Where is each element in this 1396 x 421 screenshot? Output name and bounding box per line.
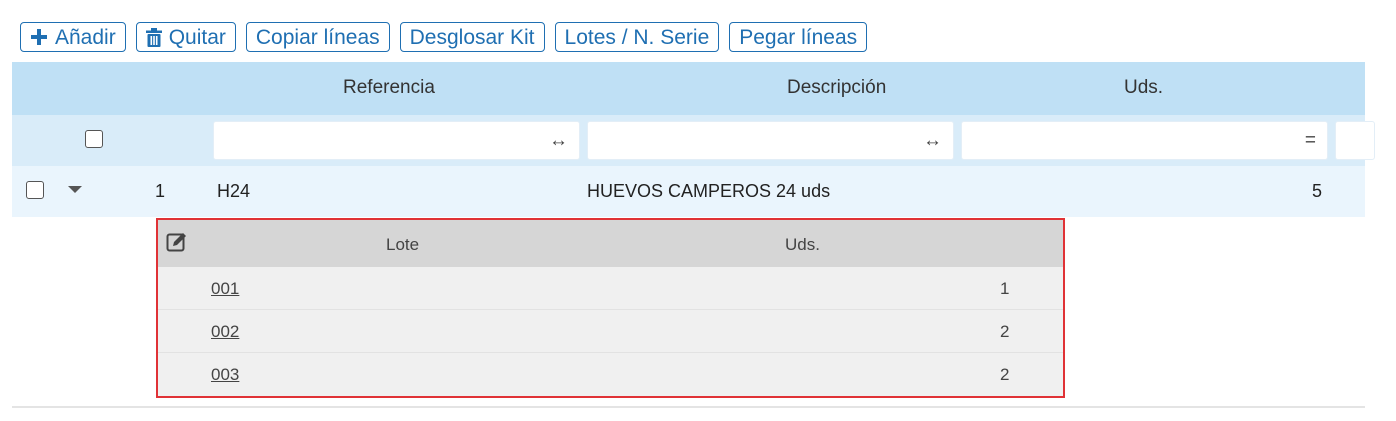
equals-operator-icon[interactable]: = [1305,130,1316,152]
copy-lines-button[interactable]: Copiar líneas [245,22,390,52]
paste-lines-button[interactable]: Pegar líneas [729,22,868,52]
lot-link[interactable]: 002 [211,322,239,342]
row-description: HUEVOS CAMPEROS 24 uds [587,181,831,201]
explode-kit-label: Desglosar Kit [409,25,535,49]
column-header-units[interactable]: Uds. [1124,77,1163,99]
copy-lines-label: Copiar líneas [255,25,380,49]
remove-button-label: Quitar [168,25,226,49]
column-header-description[interactable]: Descripción [787,77,886,99]
lot-link[interactable]: 003 [211,365,239,385]
lots-column-units[interactable]: Uds. [785,235,820,255]
lot-row[interactable]: 001 1 [158,267,1063,310]
lot-units: 2 [1000,322,1010,341]
lines-grid: Referencia Descripción Uds. ↔ ↔ = 1 H24 … [12,62,1375,217]
add-button[interactable]: Añadir [20,22,126,52]
edit-icon[interactable] [166,231,188,258]
lot-row[interactable]: 002 2 [158,310,1063,353]
trash-icon [145,27,162,47]
lot-units: 2 [1000,365,1010,384]
remove-button[interactable]: Quitar [135,22,236,52]
plus-icon [30,28,48,46]
expand-caret-icon[interactable] [68,186,82,193]
grid-header: Referencia Descripción Uds. [12,62,1365,115]
paste-lines-label: Pegar líneas [739,25,858,49]
grid-bottom-divider [12,406,1365,408]
lot-row[interactable]: 003 2 [158,353,1063,396]
row-number: 1 [155,181,166,201]
lots-serial-button[interactable]: Lotes / N. Serie [554,22,720,52]
filter-row: ↔ ↔ = [12,115,1375,166]
reference-filter-input[interactable]: ↔ [213,121,580,160]
add-button-label: Añadir [55,25,116,49]
select-all-checkbox[interactable] [85,130,103,148]
explode-kit-button[interactable]: Desglosar Kit [399,22,545,52]
range-operator-icon[interactable]: ↔ [549,130,568,152]
units-filter-input[interactable]: = [961,121,1328,160]
table-row[interactable]: 1 H24 HUEVOS CAMPEROS 24 uds 5 [12,166,1365,217]
column-header-reference[interactable]: Referencia [343,77,435,99]
range-operator-icon[interactable]: ↔ [923,130,942,152]
toolbar: Añadir Quitar Copiar líneas Desglosar Ki… [20,22,868,52]
description-filter-input[interactable]: ↔ [587,121,954,160]
row-checkbox[interactable] [26,181,44,199]
lots-subgrid: Lote Uds. 001 1 002 2 003 2 [156,218,1065,398]
lots-column-lot[interactable]: Lote [386,235,419,255]
lot-units: 1 [1000,279,1010,298]
next-column-filter-input[interactable] [1335,121,1375,160]
lots-header: Lote Uds. [158,220,1063,267]
lot-link[interactable]: 001 [211,279,239,299]
row-units: 5 [1312,181,1323,201]
lots-serial-label: Lotes / N. Serie [564,25,710,49]
row-reference: H24 [217,181,251,201]
